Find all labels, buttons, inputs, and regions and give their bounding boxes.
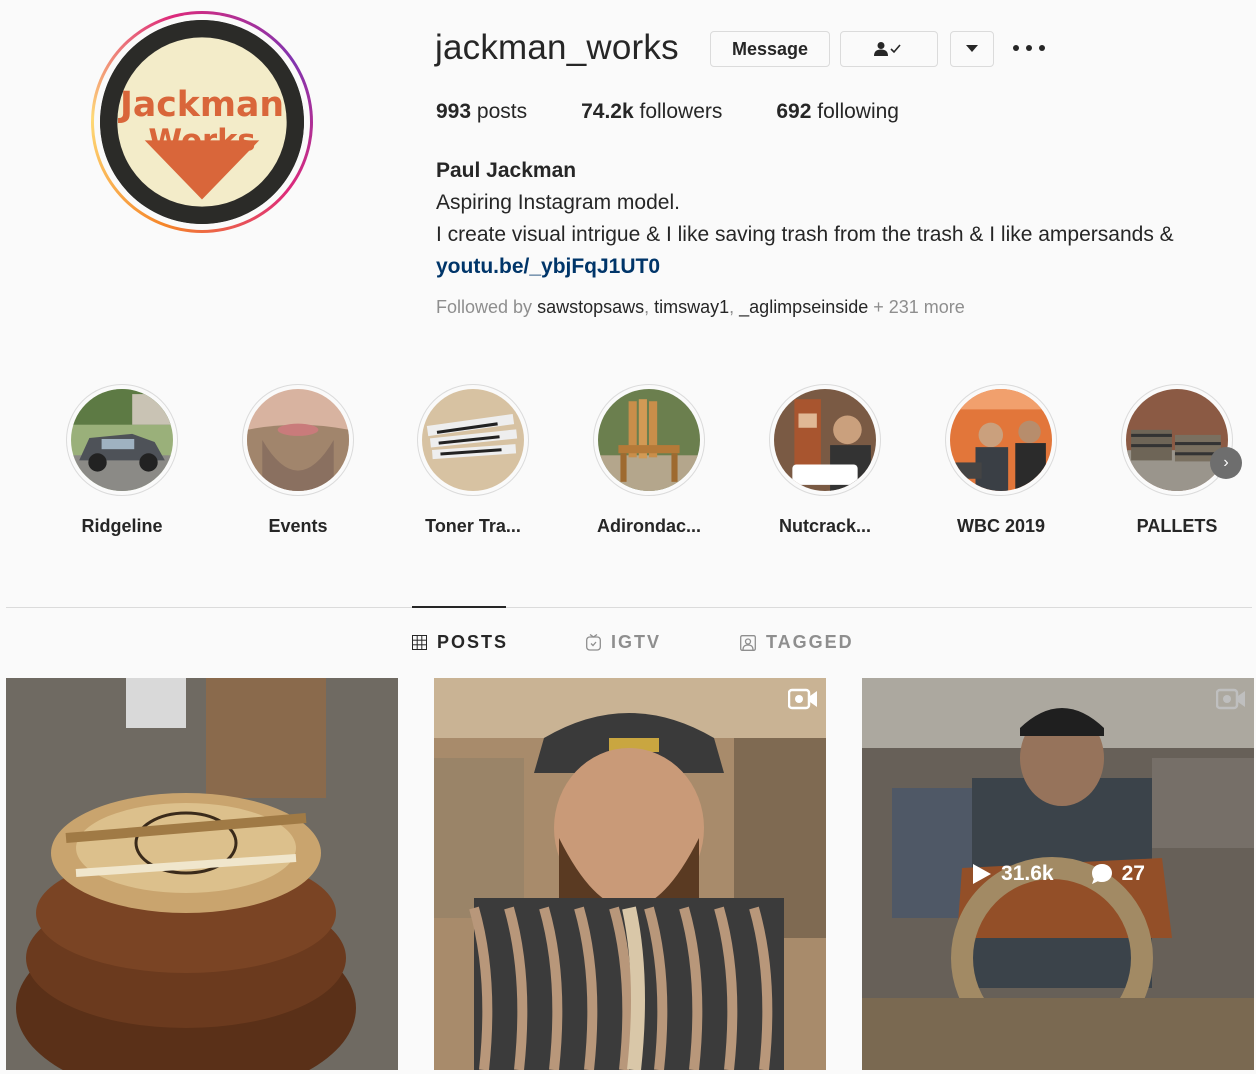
tab-tagged[interactable]: TAGGED — [740, 632, 854, 653]
followed-by-user: sawstopsaws — [537, 297, 645, 317]
tab-posts[interactable]: POSTS — [412, 632, 508, 653]
bio-line: I create visual intrigue & I like saving… — [436, 223, 1174, 246]
bio-line: Aspiring Instagram model. — [436, 191, 680, 214]
highlight-nutcracker[interactable]: Nutcrack... — [750, 384, 900, 537]
tab-igtv[interactable]: IGTV — [586, 632, 661, 653]
dot — [1026, 45, 1032, 51]
tab-label: TAGGED — [766, 632, 854, 652]
tab-label: IGTV — [611, 632, 662, 652]
highlight-label: Ridgeline — [81, 516, 163, 536]
post-thumbnail[interactable]: 31.6k 27 — [862, 678, 1254, 1070]
highlight-label: PALLETS — [1136, 516, 1218, 536]
svg-text:Works: Works — [148, 124, 255, 159]
person-check-icon — [874, 42, 901, 56]
bio-link[interactable]: youtu.be/_ybjFqJ1UT0 — [436, 251, 1174, 283]
highlight-ring — [1121, 384, 1233, 496]
highlight-ring — [66, 384, 178, 496]
profile-full-name: Paul Jackman — [436, 159, 577, 182]
post-views: 31.6k — [971, 862, 1054, 886]
following-stat[interactable]: 692 following — [776, 100, 899, 124]
more-options-icon[interactable] — [1013, 36, 1045, 60]
following-status-button[interactable] — [840, 31, 938, 67]
followed-by-user: _aglimpseinside — [739, 297, 869, 317]
highlight-label: Toner Tra... — [425, 516, 521, 536]
profile-bio: Paul Jackman Aspiring Instagram model. I… — [436, 155, 1174, 283]
highlight-cover — [422, 389, 524, 491]
message-button[interactable]: Message — [710, 31, 830, 67]
tagged-user-icon — [740, 634, 756, 651]
highlight-adirondack[interactable]: Adirondac... — [574, 384, 724, 537]
posts-count: 993 — [436, 100, 472, 123]
post-thumbnail[interactable] — [6, 678, 398, 1070]
followed-by-prefix: Followed by — [436, 297, 533, 317]
highlights-next-icon[interactable]: › — [1210, 447, 1242, 479]
highlight-events[interactable]: Events — [223, 384, 373, 537]
post-hover-overlay: 31.6k 27 — [862, 678, 1254, 1070]
highlight-label: Adirondac... — [596, 516, 701, 536]
profile-username: jackman_works — [435, 28, 679, 67]
profile-avatar-ring[interactable]: THE DEPARTMENT OF ESTABLISHED 2009 Jackm… — [91, 11, 313, 233]
suggested-accounts-dropdown[interactable] — [950, 31, 994, 67]
video-icon — [788, 688, 817, 710]
highlight-cover — [71, 389, 173, 491]
followed-by-more: + 231 more — [873, 297, 965, 317]
highlight-ring — [417, 384, 529, 496]
highlight-cover — [247, 389, 349, 491]
play-icon — [973, 864, 992, 884]
views-count: 31.6k — [1001, 862, 1054, 885]
post-image — [6, 678, 398, 1070]
followers-count: 74.2k — [581, 100, 634, 123]
chevron-down-icon — [966, 45, 978, 52]
highlight-ring — [593, 384, 705, 496]
highlight-wbc-2019[interactable]: WBC 2019 — [926, 384, 1076, 537]
tab-label: POSTS — [437, 632, 509, 652]
comments-count: 27 — [1121, 862, 1145, 885]
svg-text:Jackman: Jackman — [118, 85, 284, 125]
followers-stat[interactable]: 74.2k followers — [581, 100, 722, 124]
highlight-cover — [950, 389, 1052, 491]
followed-by[interactable]: Followed by sawstopsaws, timsway1, _agli… — [436, 297, 965, 318]
highlight-ring — [242, 384, 354, 496]
post-comments: 27 — [1090, 862, 1145, 886]
avatar-gap: THE DEPARTMENT OF ESTABLISHED 2009 Jackm… — [94, 14, 310, 230]
post-thumbnail[interactable] — [434, 678, 826, 1070]
highlight-cover — [598, 389, 700, 491]
post-image — [434, 678, 826, 1070]
active-tab-indicator — [412, 606, 506, 608]
profile-avatar[interactable]: THE DEPARTMENT OF ESTABLISHED 2009 Jackm… — [100, 20, 304, 224]
comment-icon — [1091, 864, 1112, 884]
posts-label: posts — [476, 100, 528, 123]
tabs-divider — [6, 607, 1252, 608]
grid-icon — [412, 635, 427, 650]
highlight-label: WBC 2019 — [956, 516, 1046, 536]
highlight-cover — [774, 389, 876, 491]
dot — [1039, 45, 1045, 51]
jackman-works-logo: THE DEPARTMENT OF ESTABLISHED 2009 Jackm… — [100, 20, 304, 224]
highlight-label: Events — [268, 516, 328, 536]
highlight-label: Nutcrack... — [778, 516, 872, 536]
following-label: following — [817, 100, 899, 123]
following-count: 692 — [776, 100, 812, 123]
igtv-icon — [586, 634, 601, 651]
highlight-cover — [1126, 389, 1228, 491]
highlight-ring — [769, 384, 881, 496]
highlight-ring — [945, 384, 1057, 496]
posts-stat: 993 posts — [436, 100, 527, 124]
followers-label: followers — [639, 100, 723, 123]
dot — [1013, 45, 1019, 51]
profile-stats: 993 posts 74.2k followers 692 following — [436, 100, 953, 124]
followed-by-user: timsway1 — [654, 297, 730, 317]
highlight-ridgeline[interactable]: Ridgeline — [47, 384, 197, 537]
highlight-toner-transfer[interactable]: Toner Tra... — [398, 384, 548, 537]
